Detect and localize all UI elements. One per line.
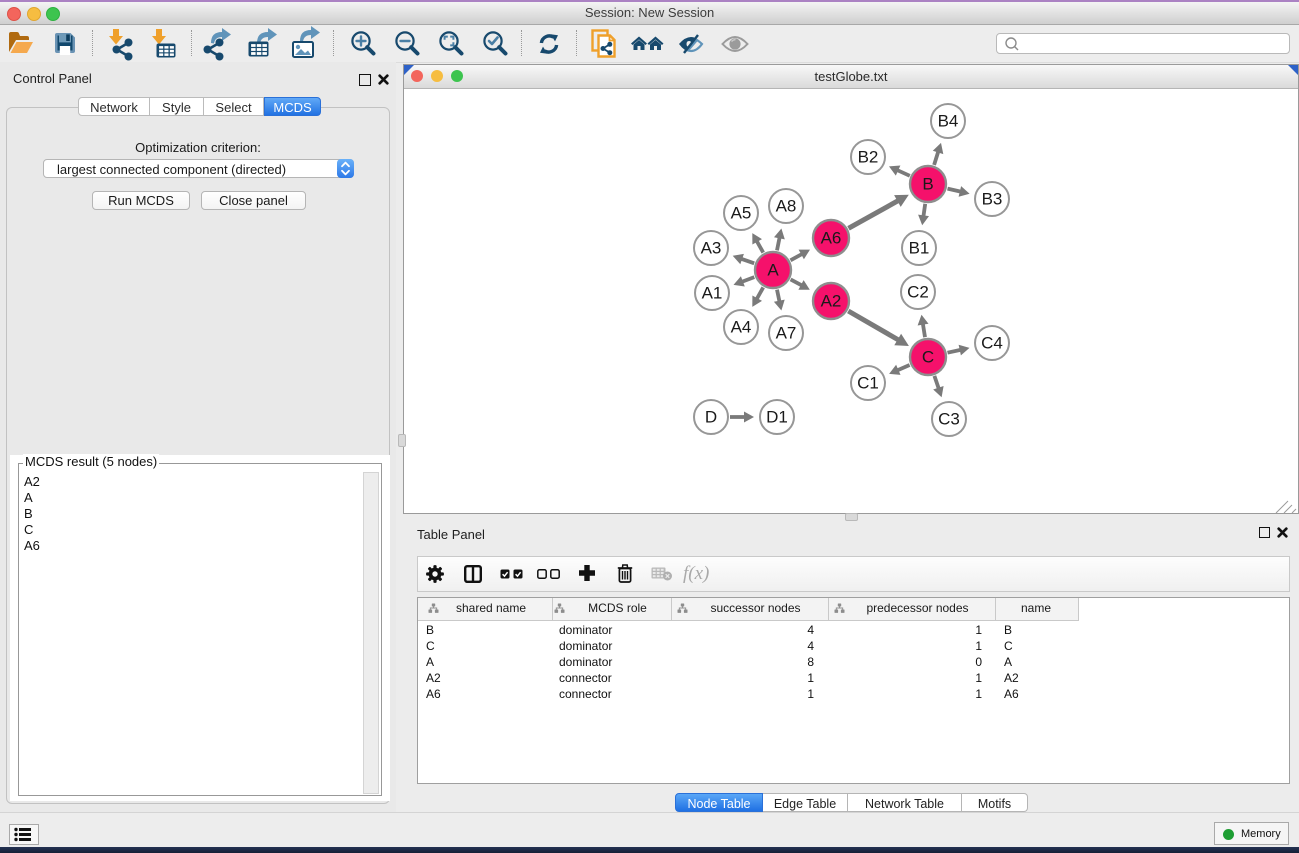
svg-text:B: B	[922, 175, 933, 194]
svg-text:C3: C3	[938, 410, 960, 429]
svg-text:C: C	[922, 348, 934, 367]
svg-text:A3: A3	[701, 239, 722, 258]
svg-text:A7: A7	[776, 324, 797, 343]
svg-text:A2: A2	[821, 292, 842, 311]
svg-text:B3: B3	[982, 190, 1003, 209]
svg-text:C4: C4	[981, 334, 1003, 353]
svg-text:A6: A6	[821, 229, 842, 248]
svg-text:C2: C2	[907, 283, 929, 302]
svg-text:B1: B1	[909, 239, 930, 258]
svg-text:C1: C1	[857, 374, 879, 393]
svg-text:A4: A4	[731, 318, 752, 337]
svg-text:D1: D1	[766, 408, 788, 427]
svg-text:A1: A1	[702, 284, 723, 303]
svg-text:D: D	[705, 408, 717, 427]
svg-text:B2: B2	[858, 148, 879, 167]
svg-text:A8: A8	[776, 197, 797, 216]
svg-text:A5: A5	[731, 204, 752, 223]
svg-text:A: A	[767, 261, 779, 280]
svg-text:B4: B4	[938, 112, 959, 131]
